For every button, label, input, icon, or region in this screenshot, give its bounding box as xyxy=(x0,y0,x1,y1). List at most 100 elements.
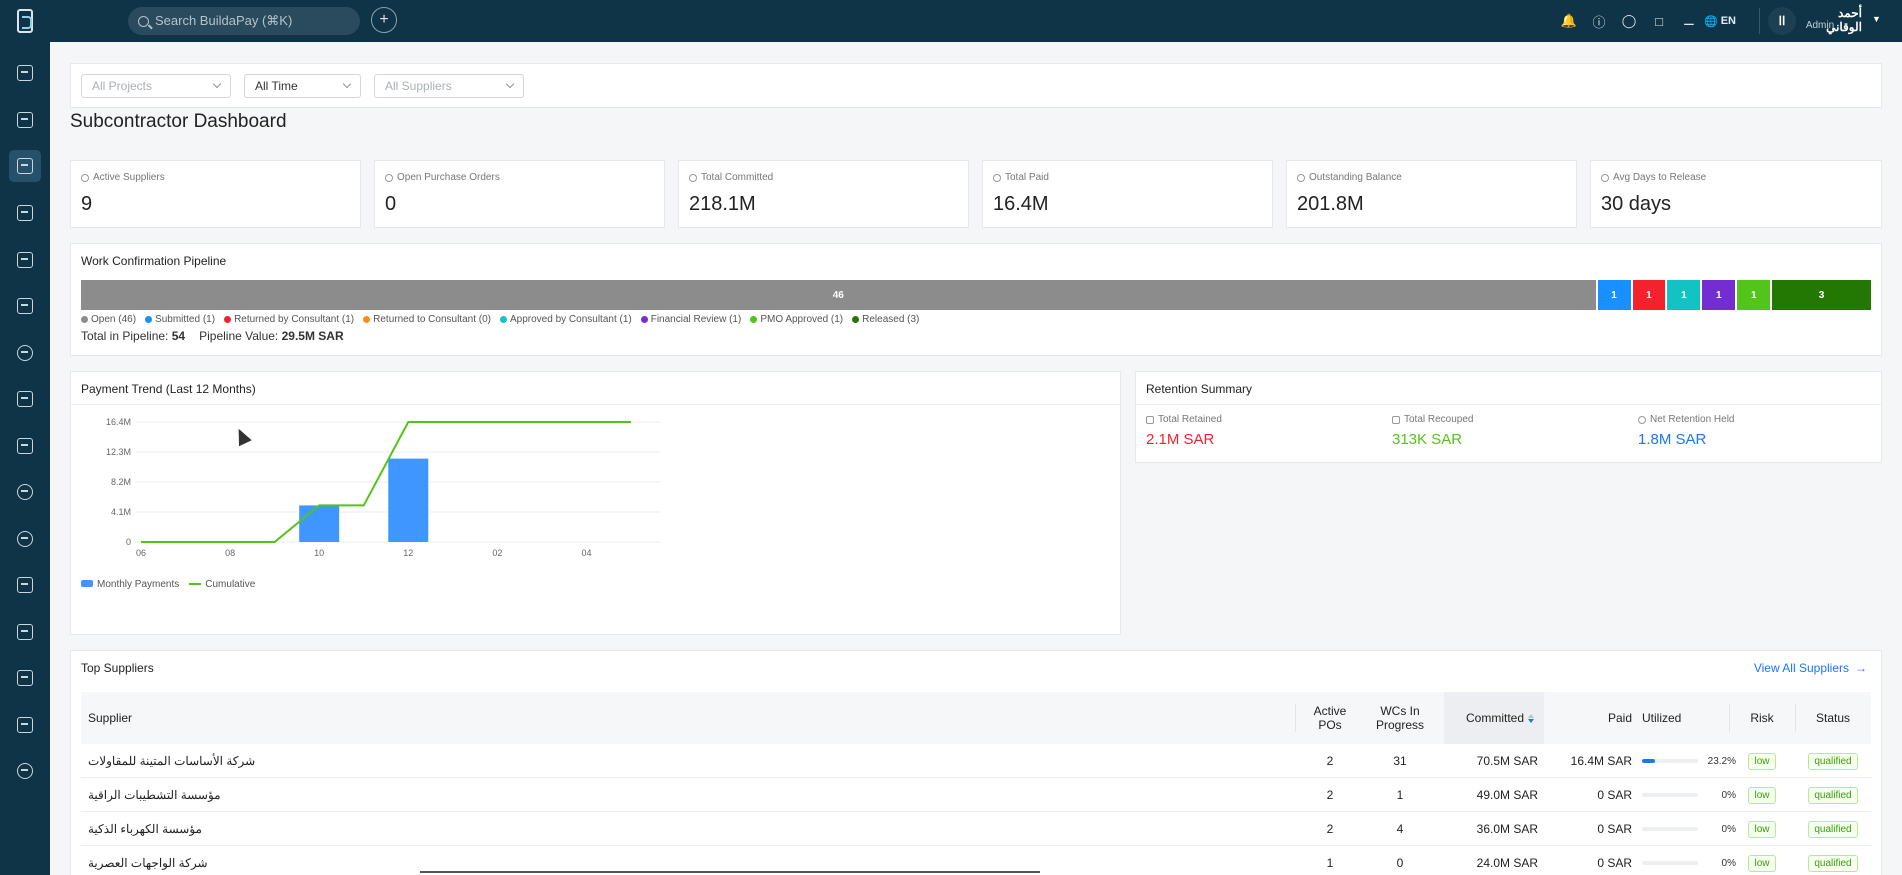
sidebar xyxy=(0,42,50,875)
kpi-label: Active Suppliers xyxy=(81,172,165,183)
pipeline-segment[interactable]: 1 xyxy=(1597,280,1631,310)
wcs-cell: 31 xyxy=(1393,754,1407,768)
legend-cumulative[interactable]: Cumulative xyxy=(189,579,255,590)
help-icon[interactable]: ⓘ xyxy=(1584,0,1614,42)
sidebar-item-settings[interactable] xyxy=(9,755,41,787)
time-select[interactable]: All Time xyxy=(244,74,361,98)
sidebar-item-subcontractors[interactable] xyxy=(9,150,41,182)
col-risk[interactable]: Risk xyxy=(1729,692,1795,744)
pipeline-segment[interactable]: 3 xyxy=(1772,280,1871,310)
dollar-icon xyxy=(17,484,33,500)
sidebar-item-orders[interactable] xyxy=(9,104,41,136)
col-active-pos-line2: POs xyxy=(1318,718,1342,732)
kpi-value: 218.1M xyxy=(689,193,756,215)
supplier-name[interactable]: شركة الأساسات المتينة للمقاولات xyxy=(88,744,255,778)
status-dot-icon xyxy=(363,316,371,323)
sidebar-item-invoices[interactable] xyxy=(9,430,41,462)
pipeline-segment[interactable]: 46 xyxy=(81,280,1596,310)
chat-icon[interactable]: ◯ xyxy=(1614,0,1644,42)
sidebar-item-checklist[interactable] xyxy=(9,197,41,229)
active-pos-cell: 1 xyxy=(1326,856,1334,870)
col-active-pos[interactable]: Active POs xyxy=(1295,692,1365,744)
legend-monthly[interactable]: Monthly Payments xyxy=(81,579,179,590)
pipeline-segment[interactable]: 1 xyxy=(1737,280,1771,310)
pipeline-segment[interactable]: 1 xyxy=(1632,280,1666,310)
col-paid[interactable]: Paid xyxy=(1544,692,1632,744)
supplier-name[interactable]: مؤسسة الكهرباء الذكية xyxy=(88,812,202,846)
suppliers-select-value: All Suppliers xyxy=(385,79,452,93)
sidebar-item-analytics[interactable] xyxy=(9,709,41,741)
pipeline-total: Total in Pipeline: 54 xyxy=(81,329,185,343)
app-logo[interactable] xyxy=(0,0,50,42)
chevron-down-icon xyxy=(505,79,515,89)
kpi-label-text: Open Purchase Orders xyxy=(397,172,500,183)
chart-icon xyxy=(17,717,33,733)
user-divider xyxy=(1759,8,1760,34)
sidebar-item-security[interactable] xyxy=(9,337,41,369)
check-circle-icon xyxy=(993,173,1001,182)
payment-trend-chart: 0 4.1M 8.2M 12.3M 16.4M 06 08 10 12 02 04 xyxy=(106,417,661,558)
table-header: Supplier Active POs WCs In Progress Commit… xyxy=(81,692,1871,744)
sidebar-item-vehicles[interactable] xyxy=(9,383,41,415)
sidebar-item-reports[interactable] xyxy=(9,244,41,276)
notifications-icon[interactable]: ⚊ xyxy=(1674,0,1704,42)
monthly-payment-bar xyxy=(299,505,340,542)
col-supplier[interactable]: Supplier xyxy=(88,692,132,744)
avatar[interactable]: اا xyxy=(1768,7,1796,35)
bag-icon xyxy=(17,112,33,128)
table-row[interactable]: شركة الأساسات المتينة للمقاولات 2 31 70.5M … xyxy=(81,744,1871,778)
horizontal-scrollbar[interactable] xyxy=(420,871,1040,873)
sidebar-item-tools[interactable] xyxy=(9,662,41,694)
status-cell: qualified xyxy=(1795,812,1871,846)
col-status[interactable]: Status xyxy=(1795,692,1871,744)
col-committed[interactable]: Committed xyxy=(1444,692,1544,744)
top-icons: 🔔 ⓘ ◯ □ ⚊ xyxy=(1554,0,1704,42)
sidebar-item-receipts[interactable] xyxy=(9,290,41,322)
status-cell: qualified xyxy=(1795,778,1871,812)
col-wcs-in-progress[interactable]: WCs In Progress xyxy=(1365,692,1435,744)
sidebar-item-dashboard[interactable] xyxy=(9,57,41,89)
kpi-value: 9 xyxy=(81,193,93,215)
logo-mark-icon xyxy=(17,9,33,33)
projects-select[interactable]: All Projects xyxy=(81,74,231,98)
retention-net-held: Net Retention Held 1.8M SAR xyxy=(1638,414,1735,448)
utilized-cell: 0% xyxy=(1642,846,1736,875)
table-row[interactable]: مؤسسة التشطيبات الراقية 2 1 49.0M SAR 0 SAR 0… xyxy=(81,778,1871,812)
supplier-name[interactable]: شركة الواجهات العصرية xyxy=(88,846,208,875)
pipeline-segment[interactable]: 1 xyxy=(1667,280,1701,310)
utilized-cell: 0% xyxy=(1642,778,1736,812)
monthly-payment-bar xyxy=(388,458,429,542)
status-dot-icon xyxy=(852,316,860,323)
invoice-icon xyxy=(17,438,33,454)
create-new-button[interactable]: + xyxy=(371,7,397,33)
sidebar-item-banking[interactable] xyxy=(9,616,41,648)
kpi-open-purchase-orders: Open Purchase Orders 0 xyxy=(374,160,665,228)
bank-icon xyxy=(17,624,33,640)
chevron-down-icon[interactable]: ▼ xyxy=(1872,14,1881,24)
sort-icon xyxy=(1528,713,1534,723)
wcs-cell: 1 xyxy=(1396,788,1404,802)
sidebar-item-retention[interactable] xyxy=(9,569,41,601)
kpi-label-text: Total Committed xyxy=(701,172,774,183)
col-utilized[interactable]: Utilized xyxy=(1642,692,1681,744)
search-icon xyxy=(138,15,149,27)
table-row[interactable]: مؤسسة الكهرباء الذكية 2 4 36.0M SAR 0 SAR 0% l… xyxy=(81,812,1871,846)
x-tick-label: 04 xyxy=(581,548,591,558)
language-switcher[interactable]: 🌐 EN xyxy=(1704,0,1736,42)
view-all-label: View All Suppliers xyxy=(1753,661,1849,675)
suppliers-select[interactable]: All Suppliers xyxy=(374,74,524,98)
search-input[interactable]: Search BuildaPay (⌘K) xyxy=(128,7,360,35)
utilization-bar xyxy=(1642,861,1698,865)
pipeline-segment[interactable]: 1 xyxy=(1702,280,1736,310)
kpi-label-text: Avg Days to Release xyxy=(1613,172,1707,183)
bell-alert-icon[interactable]: 🔔 xyxy=(1554,0,1584,42)
wcs-cell: 0 xyxy=(1396,856,1404,870)
view-all-suppliers-link[interactable]: View All Suppliers → xyxy=(1754,661,1867,675)
arrow-right-icon: → xyxy=(1855,661,1867,675)
sidebar-item-history[interactable] xyxy=(9,523,41,555)
status-badge: qualified xyxy=(1808,820,1858,838)
sidebar-item-payments[interactable] xyxy=(9,476,41,508)
calendar-icon[interactable]: □ xyxy=(1644,0,1674,42)
kpi-label: Total Paid xyxy=(993,172,1049,183)
supplier-name[interactable]: مؤسسة التشطيبات الراقية xyxy=(88,778,221,812)
